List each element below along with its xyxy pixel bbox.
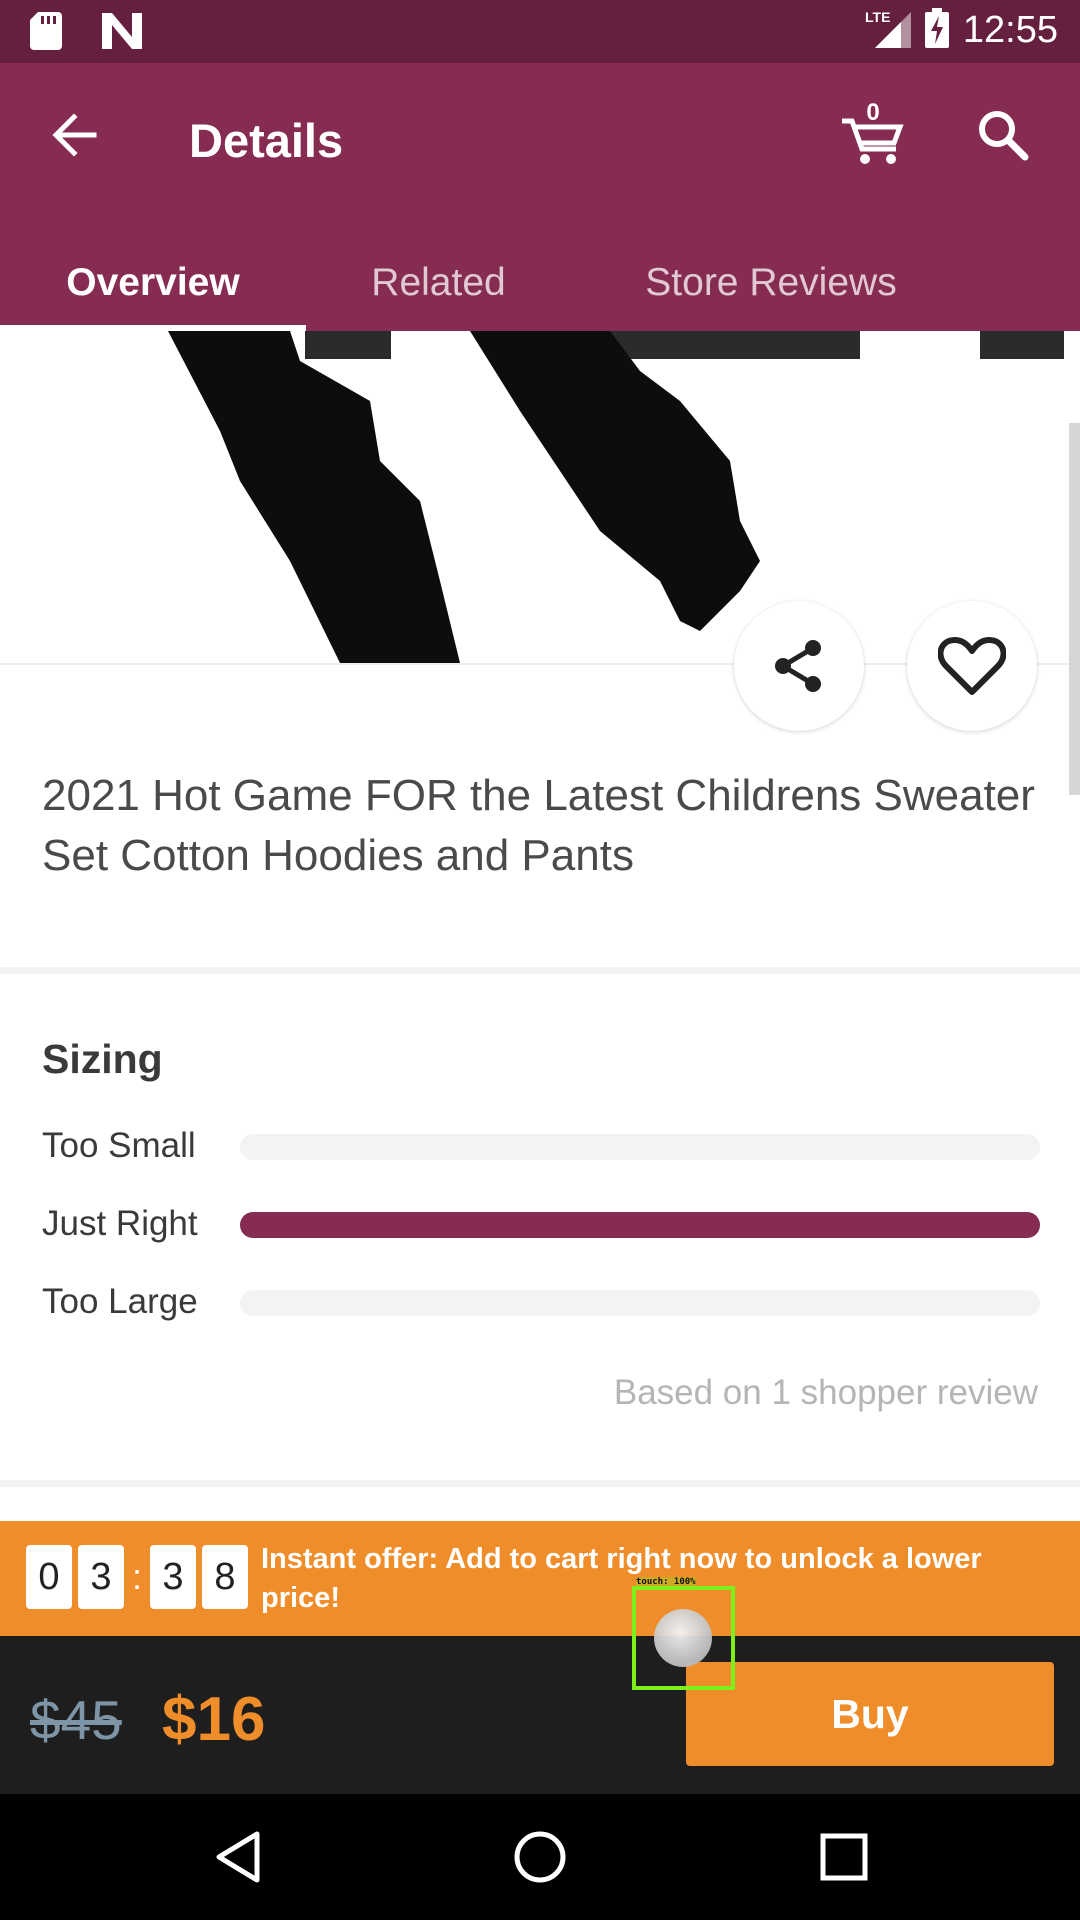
tab-store-reviews[interactable]: Store Reviews: [571, 235, 971, 331]
size-row-just-right: Just Right: [42, 1204, 1042, 1244]
tab-overview[interactable]: Overview: [0, 235, 306, 331]
search-button[interactable]: [975, 107, 1035, 167]
sd-card-icon: [30, 12, 62, 55]
instant-offer-banner[interactable]: 0 3 : 3 8 Instant offer: Add to cart rig…: [0, 1521, 1080, 1636]
signal-icon: LTE: [865, 8, 911, 53]
size-bar-fill: [240, 1212, 1040, 1238]
buy-button[interactable]: Buy: [686, 1662, 1054, 1766]
size-row-too-small: Too Small: [42, 1126, 1042, 1166]
n-notification-icon: [102, 13, 142, 54]
size-label: Too Large: [42, 1282, 198, 1321]
nav-recents-icon: [820, 1833, 868, 1881]
countdown-digit: 0: [26, 1545, 72, 1609]
size-bar-track: [240, 1212, 1040, 1238]
touch-indicator-label: touch: 100%: [636, 1577, 696, 1587]
countdown-separator: :: [131, 1556, 142, 1597]
network-type-label: LTE: [865, 9, 890, 25]
status-time: 12:55: [962, 9, 1058, 51]
touch-point: [654, 1609, 712, 1667]
nav-home-button[interactable]: [507, 1824, 573, 1890]
nav-back-icon: [216, 1831, 260, 1883]
nav-home-icon: [514, 1831, 566, 1883]
sizing-title: Sizing: [42, 1036, 163, 1082]
countdown-digit: 3: [150, 1545, 196, 1609]
back-arrow-icon: [52, 113, 97, 157]
countdown-timer: 0 3 : 3 8: [26, 1545, 254, 1609]
favorite-button[interactable]: [907, 601, 1037, 731]
nav-back-button[interactable]: [205, 1824, 271, 1890]
search-icon: [979, 111, 1029, 161]
size-label: Too Small: [42, 1126, 196, 1165]
product-photo: [168, 331, 1064, 663]
cart-count-badge: 0: [866, 99, 880, 126]
product-image[interactable]: [0, 331, 1080, 663]
section-divider: [0, 967, 1080, 974]
size-label: Just Right: [42, 1204, 198, 1243]
size-bar-track: [240, 1134, 1040, 1160]
original-price: $45: [30, 1689, 122, 1751]
sizing-footnote: Based on 1 shopper review: [613, 1373, 1038, 1412]
section-divider: [0, 1480, 1080, 1487]
sale-price: $16: [162, 1685, 266, 1754]
countdown-digit: 3: [78, 1545, 124, 1609]
countdown-digit: 8: [202, 1545, 248, 1609]
share-icon: [775, 640, 821, 692]
scrollbar[interactable]: [1069, 423, 1080, 795]
price-bar: $45 $16 Buy: [0, 1636, 1080, 1794]
share-button[interactable]: [734, 601, 864, 731]
tab-related[interactable]: Related: [306, 235, 571, 331]
page-title: Details: [189, 114, 344, 167]
size-bar-track: [240, 1290, 1040, 1316]
tab-bar: Overview Related Store Reviews: [0, 235, 1080, 331]
battery-charging-icon: [924, 8, 949, 53]
nav-recents-button[interactable]: [811, 1824, 877, 1890]
size-row-too-large: Too Large: [42, 1282, 1042, 1322]
back-button[interactable]: [44, 105, 104, 165]
system-nav-bar: [0, 1794, 1080, 1920]
status-bar: LTE 12:55: [0, 0, 1080, 63]
app-bar: Details 0 Overview Related Store Reviews: [0, 63, 1080, 331]
heart-icon: [938, 637, 1006, 695]
product-title: 2021 Hot Game FOR the Latest Childrens S…: [42, 771, 1035, 880]
